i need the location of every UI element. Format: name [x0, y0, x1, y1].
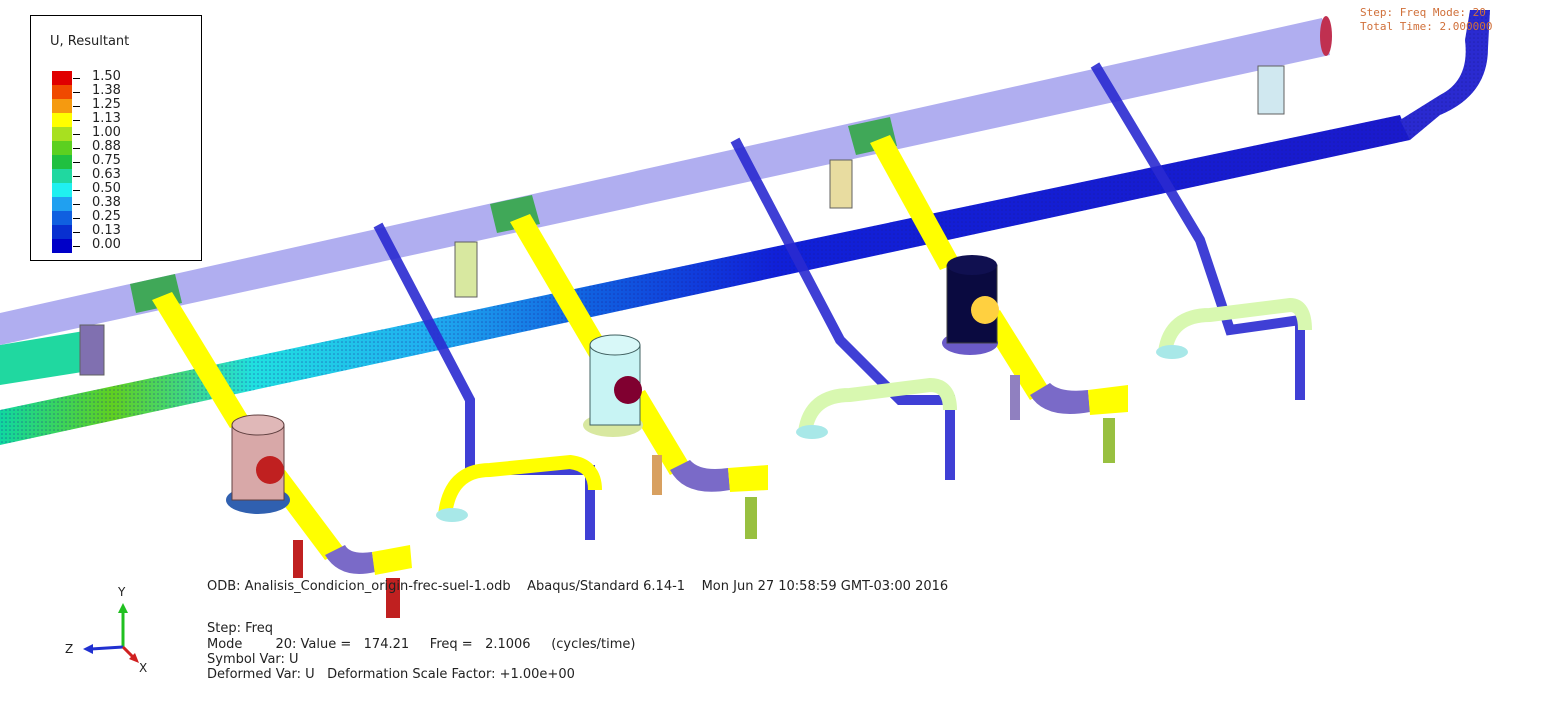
axis-z-label: Z [65, 642, 74, 656]
legend-value: 1.50 [92, 69, 121, 84]
u-bends [436, 297, 1312, 522]
legend-tick [73, 148, 80, 149]
step-status: Step: Freq Mode: 20 Total Time: 2.000000 [1360, 6, 1530, 34]
legend-tick [73, 232, 80, 233]
legend-swatch [52, 113, 72, 127]
legend-value: 0.50 [92, 181, 121, 196]
legend-entry: 1.50 [52, 69, 192, 85]
legend-value: 1.00 [92, 125, 121, 140]
legend-swatch [52, 141, 72, 155]
legend-entry: 1.25 [52, 97, 192, 113]
deformed-var-info: Deformed Var: U Deformation Scale Factor… [207, 667, 575, 682]
legend-swatch [52, 155, 72, 169]
legend-tick [73, 190, 80, 191]
axis-x-label: X [139, 661, 148, 675]
legend-value: 0.13 [92, 223, 121, 238]
legend-title: U, Resultant [50, 34, 130, 49]
legend-swatch [52, 183, 72, 197]
legend-value: 0.38 [92, 195, 121, 210]
legend-tick [73, 78, 80, 79]
legend-value: 0.88 [92, 139, 121, 154]
color-legend: U, Resultant 1.50 1.38 1.25 1.13 1.00 0.88 0.7… [30, 15, 202, 261]
legend-value: 0.00 [92, 237, 121, 252]
model-scene[interactable] [0, 0, 1544, 704]
mode-info: Mode 20: Value = 174.21 Freq = 2.1006 (c… [207, 637, 636, 652]
legend-tick [73, 162, 80, 163]
legend-swatch [52, 99, 72, 113]
supports [79, 65, 1285, 376]
legend-entry: 0.00 [52, 237, 192, 253]
odb-info: ODB: Analisis_Condicion_origin-frec-suel… [207, 579, 949, 594]
legend-tick [73, 92, 80, 93]
legend-tick [73, 246, 80, 247]
legend-swatch [52, 225, 72, 239]
legend-tick [73, 134, 80, 135]
legend-entry: 0.75 [52, 153, 192, 169]
legend-entry: 1.00 [52, 125, 192, 141]
legend-tick [73, 176, 80, 177]
legend-swatch [52, 85, 72, 99]
legend-tick [73, 120, 80, 121]
legend-swatch [52, 71, 72, 85]
legend-swatch [52, 211, 72, 225]
legend-value: 0.63 [92, 167, 121, 182]
legend-entry: 0.63 [52, 167, 192, 183]
model-viewport[interactable]: U, Resultant 1.50 1.38 1.25 1.13 1.00 0.88 0.7… [0, 0, 1544, 704]
legend-swatch [52, 197, 72, 211]
legend-entry: 0.25 [52, 209, 192, 225]
legend-value: 0.75 [92, 153, 121, 168]
legend-entry: 1.38 [52, 83, 192, 99]
legend-entry: 1.13 [52, 111, 192, 127]
legend-entry: 0.38 [52, 195, 192, 211]
step-info: Step: Freq [207, 621, 273, 636]
legend-tick [73, 106, 80, 107]
status-line-1: Step: Freq Mode: 20 [1360, 6, 1486, 19]
triad-arrows-icon [83, 603, 139, 663]
legend-entry: 0.50 [52, 181, 192, 197]
legend-value: 0.25 [92, 209, 121, 224]
axis-triad: Y Z X [55, 585, 165, 685]
status-line-2: Total Time: 2.000000 [1360, 20, 1493, 33]
legend-value: 1.38 [92, 83, 121, 98]
legend-entry: 0.88 [52, 139, 192, 155]
symbol-var-info: Symbol Var: U [207, 652, 299, 667]
legend-tick [73, 204, 80, 205]
legend-swatch [52, 127, 72, 141]
legend-value: 1.25 [92, 97, 121, 112]
legend-swatch [52, 169, 72, 183]
legend-tick [73, 218, 80, 219]
legend-swatch [52, 239, 72, 253]
legend-value: 1.13 [92, 111, 121, 126]
legend-entry: 0.13 [52, 223, 192, 239]
axis-y-label: Y [118, 585, 126, 599]
